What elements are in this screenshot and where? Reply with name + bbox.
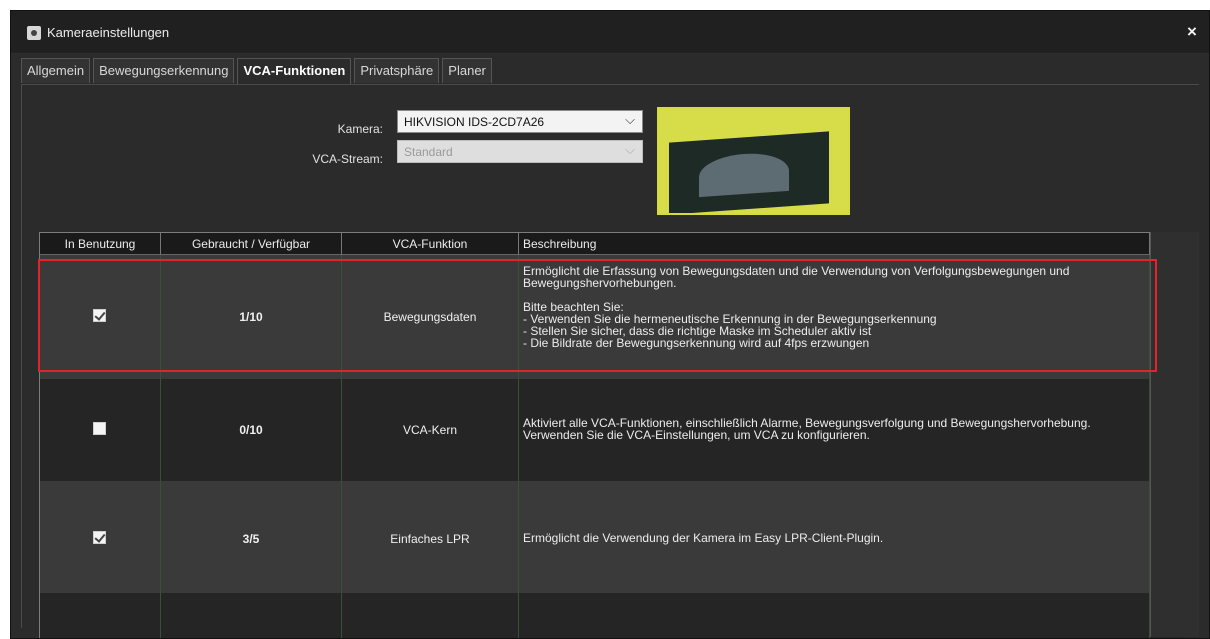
stream-select: Standard ⌵ [397, 140, 643, 163]
camera-preview-thumbnail [657, 107, 850, 215]
tab-privatsphaere[interactable]: Privatsphäre [354, 58, 440, 83]
function-name: VCA-Kern [402, 423, 458, 437]
usage-count: 1/10 [239, 310, 263, 324]
in-use-checkbox[interactable] [93, 309, 106, 322]
tab-allgemein[interactable]: Allgemein [21, 58, 91, 83]
window-title: Kameraeinstellungen [47, 25, 170, 40]
table-row[interactable]: 1/10 Bewegungsdaten Ermöglicht die Erfas… [40, 255, 1184, 379]
tab-vca-funktionen[interactable]: VCA-Funktionen [237, 58, 352, 84]
in-use-cell [40, 379, 161, 481]
in-use-checkbox[interactable] [93, 531, 106, 544]
description-line: - Die Bildrate der Bewegungserkennung wi… [523, 336, 870, 350]
in-use-cell [40, 593, 161, 638]
camera-select[interactable]: HIKVISION IDS-2CD7A26 ⌵ [397, 110, 643, 133]
usage-count: 3/5 [242, 532, 260, 546]
description-cell: Aktiviert alle VCA-Funktionen, einschlie… [519, 379, 1150, 481]
column-header-in-use: In Benutzung [40, 233, 161, 255]
stream-select-value: Standard [404, 145, 453, 159]
function-name: Einfaches LPR [390, 532, 470, 546]
in-use-cell [40, 481, 161, 593]
tab-bewegungserkennung[interactable]: Bewegungserkennung [93, 58, 235, 83]
description-cell: Ermöglicht die Verwendung der Kamera im … [519, 481, 1150, 593]
description-text: Aktiviert alle VCA-Funktionen, einschlie… [523, 417, 1145, 441]
table-scrollbar-area[interactable] [1150, 232, 1199, 637]
chevron-down-icon: ⌵ [625, 112, 635, 127]
in-use-checkbox[interactable] [93, 422, 106, 435]
vca-functions-table: In Benutzung Gebraucht / Verfügbar VCA-F… [39, 232, 1184, 638]
function-cell: Bewegungsdaten [342, 255, 519, 379]
description-cell [519, 593, 1150, 638]
table-row[interactable]: 3/5 Einfaches LPR Ermöglicht die Verwend… [40, 481, 1184, 593]
tab-planer[interactable]: Planer [442, 58, 492, 83]
function-cell: VCA-Kern [342, 379, 519, 481]
column-header-vca-function: VCA-Funktion [342, 233, 519, 255]
table-row[interactable] [40, 593, 1184, 638]
tab-bar: Allgemein Bewegungserkennung VCA-Funktio… [21, 58, 495, 84]
table-row[interactable]: 0/10 VCA-Kern Aktiviert alle VCA-Funktio… [40, 379, 1184, 481]
chevron-down-icon: ⌵ [625, 142, 635, 157]
description-line: Verwenden Sie die VCA-Einstellungen, um … [523, 428, 870, 442]
camera-label: Kamera: [337, 122, 383, 136]
count-cell: 0/10 [161, 379, 342, 481]
title-bar: Kameraeinstellungen × [11, 11, 1209, 54]
camera-settings-icon [27, 26, 41, 40]
count-cell [161, 593, 342, 638]
description-cell: Ermöglicht die Erfassung von Bewegungsda… [519, 255, 1150, 379]
description-line: Bewegungshervorhebungen. [523, 276, 677, 290]
function-cell: Einfaches LPR [342, 481, 519, 593]
camera-select-value: HIKVISION IDS-2CD7A26 [404, 115, 545, 129]
count-cell: 1/10 [161, 255, 342, 379]
close-button[interactable]: × [1181, 21, 1203, 43]
description-text: Ermöglicht die Verwendung der Kamera im … [523, 532, 1145, 544]
function-cell [342, 593, 519, 638]
stream-label: VCA-Stream: [312, 152, 383, 166]
description-text: Ermöglicht die Erfassung von Bewegungsda… [523, 265, 1145, 349]
in-use-cell [40, 255, 161, 379]
column-header-description: Beschreibung [519, 233, 1150, 255]
count-cell: 3/5 [161, 481, 342, 593]
function-name: Bewegungsdaten [383, 310, 477, 324]
description-line: Ermöglicht die Verwendung der Kamera im … [523, 531, 884, 545]
usage-count: 0/10 [239, 423, 263, 437]
column-header-used-available: Gebraucht / Verfügbar [161, 233, 342, 255]
